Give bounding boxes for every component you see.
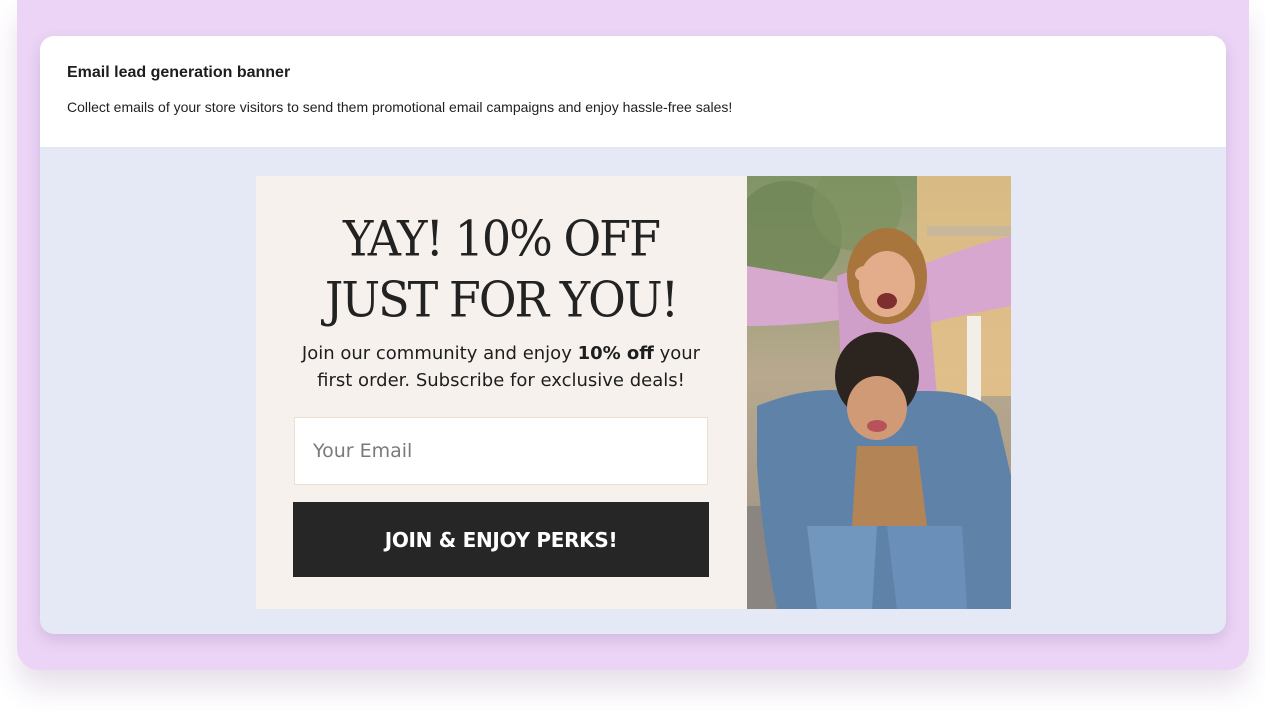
preview-card: Email lead generation banner Collect ema… (40, 36, 1226, 634)
popup-subtext: Join our community and enjoy 10% off you… (286, 340, 716, 394)
join-button[interactable]: JOIN & ENJOY PERKS! (293, 502, 709, 577)
card-header: Email lead generation banner Collect ema… (40, 36, 1226, 147)
headline-line-1: YAY! 10% OFF (342, 210, 661, 267)
card-description: Collect emails of your store visitors to… (67, 99, 733, 115)
popup-headline: YAY! 10% OFF JUST FOR YOU! (256, 208, 746, 330)
subtext-start: Join our community and enjoy (301, 343, 578, 364)
headline-line-2: JUST FOR YOU! (324, 271, 679, 328)
card-title: Email lead generation banner (67, 64, 291, 81)
email-input[interactable] (294, 417, 708, 485)
couple-photo (747, 176, 1011, 609)
subtext-discount: 10% off (577, 343, 654, 364)
email-popup: YAY! 10% OFF JUST FOR YOU! Join our comm… (256, 176, 1011, 609)
couple-photo-illustration (747, 176, 1011, 609)
